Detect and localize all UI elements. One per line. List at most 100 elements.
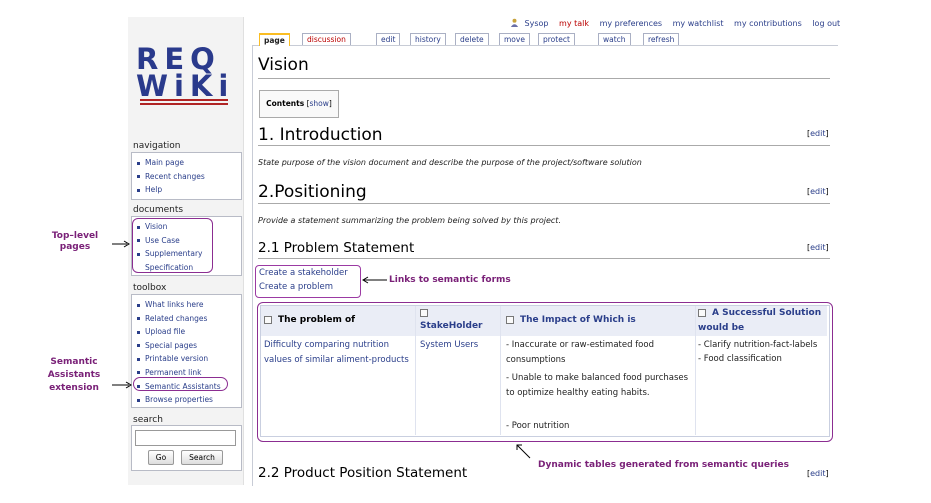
tab-history[interactable]: history — [410, 33, 446, 45]
section-divider — [258, 203, 830, 204]
arrow-up-left-icon — [516, 444, 531, 459]
sort-icon[interactable] — [420, 308, 428, 317]
sort-icon[interactable] — [264, 315, 272, 324]
bullet-icon — [137, 175, 140, 179]
annotation-dynamic-tables: Dynamic tables generated from semantic q… — [538, 460, 789, 470]
edit-section-link: [edit] — [807, 243, 829, 252]
toc-show-link[interactable]: show — [310, 99, 329, 108]
sidebar-item-browse-properties[interactable]: Browse properties — [137, 393, 241, 407]
talk-link[interactable]: my talk — [559, 19, 589, 28]
logo-line-2[interactable]: WiKi — [136, 69, 234, 103]
introduction-text: State purpose of the vision document and… — [258, 158, 642, 167]
sidebar-item-what-links-here[interactable]: What links here — [137, 298, 241, 312]
bullet-icon — [137, 398, 140, 402]
sidebar-item-special-pages[interactable]: Special pages — [137, 339, 241, 353]
cell-stakeholder-link[interactable]: System Users — [420, 338, 478, 353]
cell-impact-1: - Inaccurate or raw-estimated food consu… — [506, 340, 654, 365]
section-divider — [258, 145, 830, 146]
page-title: Vision — [258, 55, 309, 75]
sidebar-item-recent-changes[interactable]: Recent changes — [137, 170, 241, 184]
annotation-links: Links to semantic forms — [389, 275, 511, 285]
contributions-link[interactable]: my contributions — [734, 19, 802, 28]
navigation-title: navigation — [133, 141, 181, 151]
column-header-problem[interactable]: The problem of — [264, 315, 355, 325]
toc-label: Contents — [266, 99, 305, 108]
sidebar-item-help[interactable]: Help — [137, 183, 241, 197]
semantic-assistants-highlight — [133, 377, 228, 391]
edit-link[interactable]: edit — [810, 469, 825, 478]
search-title: search — [133, 415, 163, 425]
arrow-right-icon — [112, 240, 130, 248]
sort-icon[interactable] — [698, 308, 706, 317]
cell-solution-1: - Clarify nutrition-fact-labels — [698, 340, 818, 350]
preferences-link[interactable]: my preferences — [600, 19, 663, 28]
arrow-right-icon — [112, 381, 132, 389]
sort-icon[interactable] — [506, 315, 514, 324]
cell-problem-link[interactable]: Difficulty comparing nutrition values of… — [264, 338, 409, 368]
top-level-highlight — [132, 218, 213, 273]
annotation-semantic-assistants: Semantic Assistants extension — [47, 357, 101, 393]
go-button[interactable]: Go — [148, 450, 174, 465]
section-divider — [258, 258, 830, 259]
bullet-icon — [137, 303, 140, 307]
tab-move[interactable]: move — [499, 33, 530, 45]
user-icon — [510, 18, 519, 27]
cell-impact-3: - Poor nutrition — [506, 421, 570, 431]
search-button[interactable]: Search — [181, 450, 223, 465]
personal-toolbar: Sysop my talk my preferences my watchlis… — [510, 18, 848, 28]
search-input[interactable] — [135, 430, 236, 446]
sidebar-item-printable-version[interactable]: Printable version — [137, 352, 241, 366]
bullet-icon — [137, 317, 140, 321]
annotation-top-level: Top–level pages — [51, 231, 99, 252]
tab-watch[interactable]: watch — [598, 33, 631, 45]
tab-discussion[interactable]: discussion — [302, 33, 351, 45]
edit-link[interactable]: edit — [810, 243, 825, 252]
user-link[interactable]: Sysop — [525, 19, 549, 28]
edit-link[interactable]: edit — [810, 187, 825, 196]
edit-section-link: [edit] — [807, 187, 829, 196]
edit-section-link: [edit] — [807, 469, 829, 478]
heading-problem-statement: 2.1 Problem Statement — [258, 240, 415, 256]
heading-introduction: 1. Introduction — [258, 125, 383, 145]
logo-stripe — [140, 103, 228, 105]
bullet-icon — [137, 344, 140, 348]
edit-link[interactable]: edit — [810, 129, 825, 138]
sidebar-item-upload-file[interactable]: Upload file — [137, 325, 241, 339]
column-divider — [415, 306, 416, 435]
bullet-icon — [137, 188, 140, 192]
heading-positioning: 2.Positioning — [258, 182, 367, 202]
toolbox-title: toolbox — [133, 283, 167, 293]
table-of-contents: Contents [show] — [259, 90, 339, 118]
column-header-stakeholder[interactable]: StakeHolder — [420, 307, 492, 333]
tab-page[interactable]: page — [259, 33, 290, 46]
navigation-portlet: Main page Recent changes Help — [131, 152, 242, 200]
logout-link[interactable]: log out — [812, 19, 840, 28]
sidebar-item-main-page[interactable]: Main page — [137, 156, 241, 170]
sidebar-item-related-changes[interactable]: Related changes — [137, 312, 241, 326]
positioning-text: Provide a statement summarizing the prob… — [258, 216, 561, 225]
documents-title: documents — [133, 205, 184, 215]
edit-section-link: [edit] — [807, 129, 829, 138]
cell-impact-2: - Unable to make balanced food purchases… — [506, 373, 689, 398]
column-header-solution[interactable]: A Successful Solution would be — [698, 306, 828, 336]
bullet-icon — [137, 371, 140, 375]
semantic-forms-box: Create a stakeholder Create a problem — [255, 265, 361, 298]
tab-refresh[interactable]: refresh — [643, 33, 680, 45]
tab-delete[interactable]: delete — [455, 33, 489, 45]
cell-solution-2: - Food classification — [698, 354, 782, 364]
logo-stripe — [140, 99, 228, 101]
tab-protect[interactable]: protect — [538, 33, 575, 45]
tab-edit[interactable]: edit — [376, 33, 401, 45]
column-divider — [500, 306, 501, 435]
create-stakeholder-link[interactable]: Create a stakeholder — [259, 266, 360, 280]
watchlist-link[interactable]: my watchlist — [673, 19, 724, 28]
heading-product-position: 2.2 Product Position Statement — [258, 465, 468, 481]
column-header-impact[interactable]: The Impact of Which is — [506, 315, 636, 325]
bullet-icon — [137, 357, 140, 361]
title-divider — [258, 78, 830, 79]
create-problem-link[interactable]: Create a problem — [259, 280, 360, 294]
bullet-icon — [137, 330, 140, 334]
column-divider — [695, 306, 696, 435]
arrow-left-icon — [362, 276, 387, 284]
bullet-icon — [137, 161, 140, 165]
